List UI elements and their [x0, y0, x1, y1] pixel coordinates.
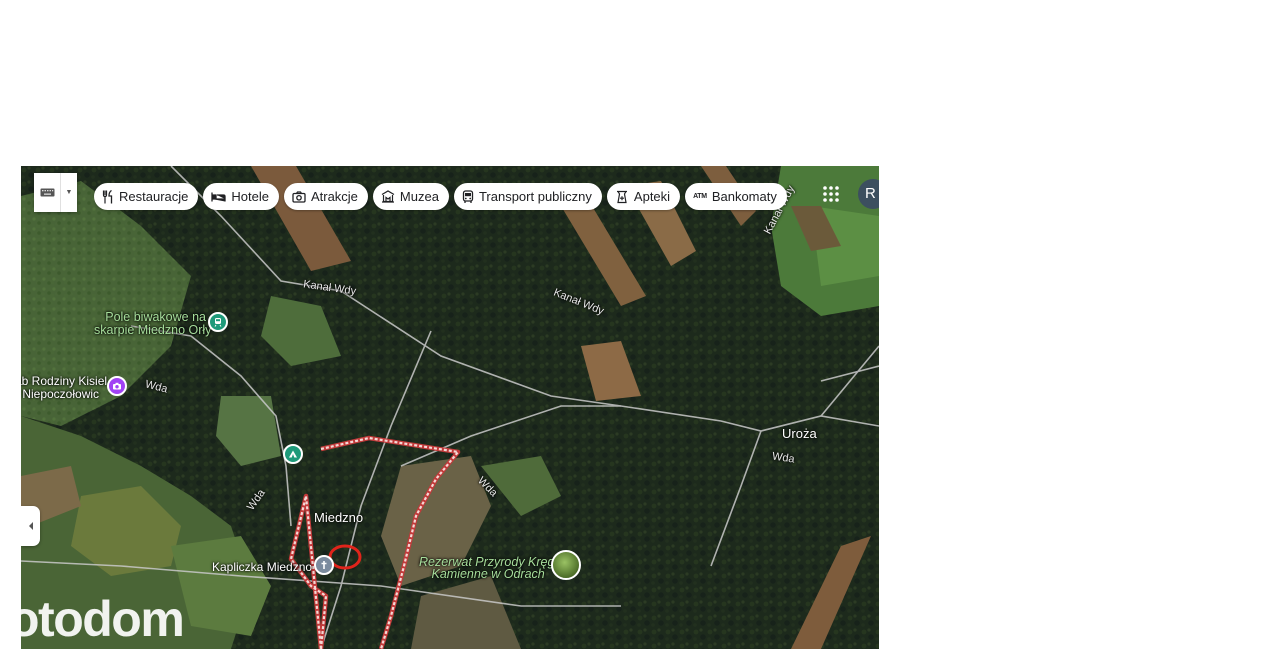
chip-label: Muzea [399, 189, 439, 204]
chip-label: Atrakcje [310, 189, 358, 204]
place-label-campsite[interactable]: Pole biwakowe na skarpie Miedzno Orły [94, 311, 212, 337]
museum-icon [381, 190, 395, 203]
bed-icon [211, 192, 227, 201]
campsite-label-line: skarpie Miedzno Orły [94, 323, 212, 337]
cross-icon [321, 561, 327, 569]
camera-icon [113, 382, 121, 390]
place-label-farm[interactable]: ab Rodziny Kisiel r Niepoczołowic [21, 375, 107, 401]
tent-icon [289, 450, 297, 458]
reserve-photo-pin[interactable] [551, 550, 581, 580]
keyboard-shortcuts-button[interactable]: ▼ [34, 173, 77, 212]
farm-label-line: r Niepoczołowic [21, 387, 100, 401]
chip-label: Bankomaty [711, 189, 777, 204]
caret-left-icon [28, 522, 33, 530]
chip-museums[interactable]: Muzea [372, 183, 449, 210]
collapse-panel-button[interactable] [21, 506, 40, 546]
reserve-label-line: Kamienne w Odrach [431, 567, 545, 581]
chip-atms[interactable]: ATM Bankomaty [685, 183, 787, 210]
chip-attractions[interactable]: Atrakcje [283, 183, 368, 210]
category-chips: Restauracje Hotele Atrakcje Muzea Transp… [94, 183, 787, 210]
chip-label: Transport publiczny [478, 189, 592, 204]
apps-grid-button[interactable] [819, 182, 843, 206]
chip-restaurants[interactable]: Restauracje [94, 183, 199, 210]
train-icon [214, 318, 222, 327]
place-label-uroza[interactable]: Uroża [782, 426, 817, 441]
place-label-chapel[interactable]: Kapliczka Miedzno [212, 560, 312, 574]
campsite-pin[interactable] [283, 444, 303, 464]
place-label-miedzno[interactable]: Miedzno [314, 510, 363, 525]
train-station-pin[interactable] [208, 312, 228, 332]
chip-label: Hotele [231, 189, 269, 204]
bus-icon [462, 189, 474, 203]
caret-down-icon[interactable]: ▼ [61, 173, 77, 212]
chip-public-transport[interactable]: Transport publiczny [453, 183, 602, 210]
chip-label: Apteki [633, 189, 671, 204]
fork-knife-icon [102, 189, 113, 203]
chapel-pin[interactable] [314, 555, 334, 575]
keyboard-icon [34, 173, 61, 212]
atm-icon: ATM [693, 193, 707, 200]
camera-icon [292, 190, 306, 203]
place-label-reserve[interactable]: Rezerwat Przyrody Kręgi Kamienne w Odrac… [419, 556, 557, 581]
chip-label: Restauracje [119, 189, 189, 204]
otodom-watermark: otodom [21, 591, 185, 647]
apps-grid-icon [823, 186, 839, 202]
chip-hotels[interactable]: Hotele [203, 183, 279, 210]
pharmacy-icon [616, 190, 627, 203]
chip-pharmacies[interactable]: Apteki [606, 183, 681, 210]
farm-pin[interactable] [107, 376, 127, 396]
map-view[interactable]: Kanał Wdy Kanał Wdy Kanał Wdy Wda Wda Wd… [21, 166, 879, 649]
